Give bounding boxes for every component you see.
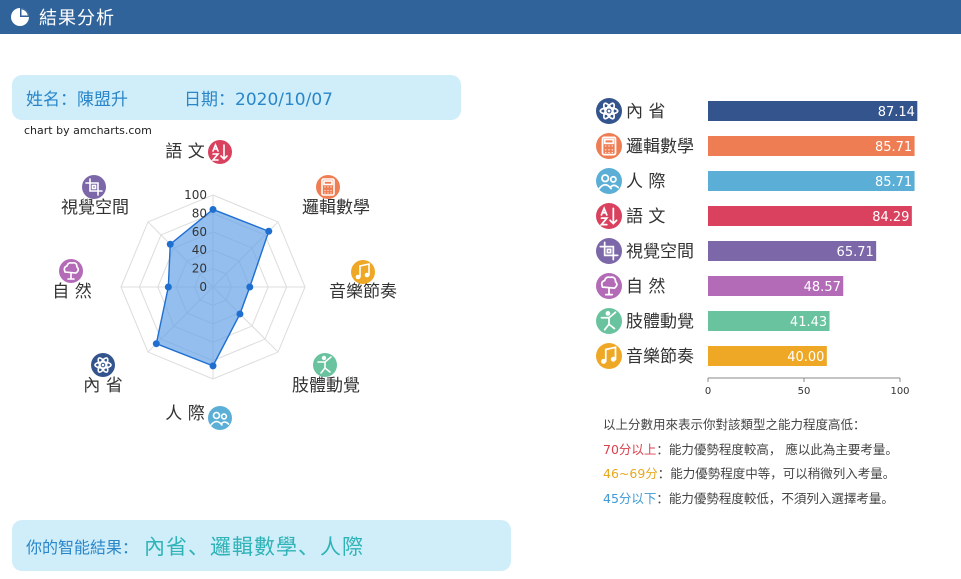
legend-intro: 以上分數用來表示你對該類型之能力程度高低： bbox=[603, 417, 866, 432]
radar-axis-label: 邏輯數學 bbox=[302, 198, 370, 218]
dance-icon bbox=[313, 353, 337, 377]
bar-category-label: 人 際 bbox=[626, 172, 665, 192]
bar-category-label: 邏輯數學 bbox=[626, 137, 694, 157]
radar-point[interactable] bbox=[246, 283, 254, 291]
bar[interactable] bbox=[708, 276, 802, 296]
bar[interactable] bbox=[708, 101, 876, 121]
radar-axis-label: 人 際 bbox=[165, 404, 204, 424]
report-date: 日期：2020/10/07 bbox=[184, 90, 333, 110]
icon-badge bbox=[596, 203, 622, 229]
bar[interactable] bbox=[708, 311, 788, 331]
atom-icon bbox=[91, 353, 115, 377]
tree-icon bbox=[596, 273, 622, 299]
bar-x-tick-label: 100 bbox=[890, 386, 909, 397]
icon-badge bbox=[351, 260, 375, 284]
student-name: 姓名：陳盟升 bbox=[26, 90, 128, 110]
bar-value-label: 41.43 bbox=[790, 315, 827, 330]
music-icon bbox=[596, 343, 622, 369]
radar-point[interactable] bbox=[152, 340, 160, 348]
bar-value-label: 85.71 bbox=[875, 140, 912, 155]
bar-category-label: 自 然 bbox=[626, 277, 665, 297]
bar-value-label: 85.71 bbox=[875, 175, 912, 190]
music-icon bbox=[351, 260, 375, 284]
legend-low-label: 45分以下 bbox=[603, 490, 657, 506]
radar-tick-label: 60 bbox=[192, 225, 207, 239]
legend-low-text: ：能力優勢程度較低，不須列入選擇考量。 bbox=[656, 490, 894, 506]
bar-category-label: 內 省 bbox=[626, 102, 665, 122]
bar[interactable] bbox=[708, 171, 873, 191]
page-header: 結果分析 bbox=[0, 0, 961, 34]
radar-chart: 0 20 40 60 80 100 語 文邏輯數學音樂節奏肢體動覺人 際 內 省 自 然 視覺空間 bbox=[52, 140, 397, 430]
bar-category-label: 肢體動覺 bbox=[626, 312, 694, 332]
page-title: 結果分析 bbox=[39, 8, 115, 29]
legend-high-text: ：能力優勢程度較高， 應以此為主要考量。 bbox=[656, 441, 898, 457]
az-icon bbox=[208, 140, 232, 164]
radar-axis-label: 自 然 bbox=[52, 282, 91, 302]
legend-low: 45分以下：能力優勢程度較低，不須列入選擇考量。 bbox=[603, 487, 898, 512]
radar-point[interactable] bbox=[265, 227, 273, 235]
bar-value-label: 48.57 bbox=[804, 280, 841, 295]
icon-badge bbox=[82, 175, 106, 199]
result-box: 你的智能結果： 內省、邏輯數學、人際 bbox=[12, 520, 511, 571]
bar-category-label: 語 文 bbox=[626, 207, 665, 227]
crop-icon bbox=[596, 238, 622, 264]
icon-badge bbox=[596, 168, 622, 194]
bar-value-label: 40.00 bbox=[787, 350, 824, 365]
bar[interactable] bbox=[708, 206, 870, 226]
bar[interactable] bbox=[708, 346, 785, 366]
radar-tick-label: 20 bbox=[192, 262, 207, 276]
student-info-box: 姓名：陳盟升 日期：2020/10/07 bbox=[12, 75, 461, 120]
legend-high-label: 70分以上 bbox=[603, 441, 657, 457]
icon-badge bbox=[208, 140, 232, 164]
pie-chart-icon bbox=[11, 8, 29, 26]
radar-point[interactable] bbox=[166, 240, 174, 248]
radar-tick-label: 100 bbox=[184, 188, 207, 202]
dance-icon bbox=[596, 308, 622, 334]
legend-mid-label: 46~69分 bbox=[603, 466, 658, 481]
radar-point[interactable] bbox=[209, 362, 217, 370]
radar-tick-label: 80 bbox=[192, 206, 207, 220]
bar-category-label: 音樂節奏 bbox=[626, 347, 694, 367]
bar[interactable] bbox=[708, 136, 873, 156]
tree-icon bbox=[59, 259, 83, 283]
calculator-icon bbox=[596, 133, 622, 159]
people-icon bbox=[596, 168, 622, 194]
az-icon bbox=[596, 203, 622, 229]
icon-badge bbox=[208, 406, 232, 430]
bar-category-label: 視覺空間 bbox=[626, 242, 694, 262]
legend-mid: 46~69分：能力優勢程度中等，可以稍微列入考量。 bbox=[603, 462, 898, 487]
radar-tick-label: 0 bbox=[199, 280, 207, 294]
radar-axis-label: 音樂節奏 bbox=[329, 282, 397, 302]
legend-mid-text: ：能力優勢程度中等，可以稍微列入考量。 bbox=[657, 466, 896, 481]
bar-x-tick-label: 50 bbox=[798, 386, 811, 397]
radar-axis-label: 內 省 bbox=[83, 376, 122, 396]
people-icon bbox=[208, 406, 232, 430]
bar-value-label: 87.14 bbox=[878, 105, 915, 120]
radar-axis-label: 肢體動覺 bbox=[292, 376, 360, 396]
crop-icon bbox=[82, 175, 106, 199]
score-legend: 以上分數用來表示你對該類型之能力程度高低： 70分以上：能力優勢程度較高， 應以… bbox=[603, 413, 898, 511]
radar-axis-label: 視覺空間 bbox=[61, 198, 129, 218]
radar-point[interactable] bbox=[164, 283, 172, 291]
atom-icon bbox=[596, 98, 622, 124]
legend-high: 70分以上：能力優勢程度較高， 應以此為主要考量。 bbox=[603, 438, 898, 463]
icon-badge bbox=[596, 238, 622, 264]
radar-point[interactable] bbox=[236, 310, 244, 318]
bar-x-tick-label: 0 bbox=[705, 386, 711, 397]
bar-value-label: 84.29 bbox=[872, 210, 909, 225]
bar-chart: 內 省 87.14 邏輯數學 85.71 人 際 85.71 語 文 84.29 視覺空間 65.… bbox=[596, 98, 918, 397]
radar-axis-label: 語 文 bbox=[165, 142, 204, 162]
chart-credit-link[interactable]: chart by amcharts.com bbox=[24, 124, 152, 137]
calculator-icon bbox=[316, 175, 340, 199]
radar-point[interactable] bbox=[209, 205, 217, 213]
radar-tick-label: 40 bbox=[192, 243, 207, 257]
result-value: 內省、邏輯數學、人際 bbox=[144, 534, 365, 559]
result-label: 你的智能結果： bbox=[26, 537, 139, 557]
bar-value-label: 65.71 bbox=[837, 245, 874, 260]
bar[interactable] bbox=[708, 241, 835, 261]
icon-badge bbox=[596, 343, 622, 369]
